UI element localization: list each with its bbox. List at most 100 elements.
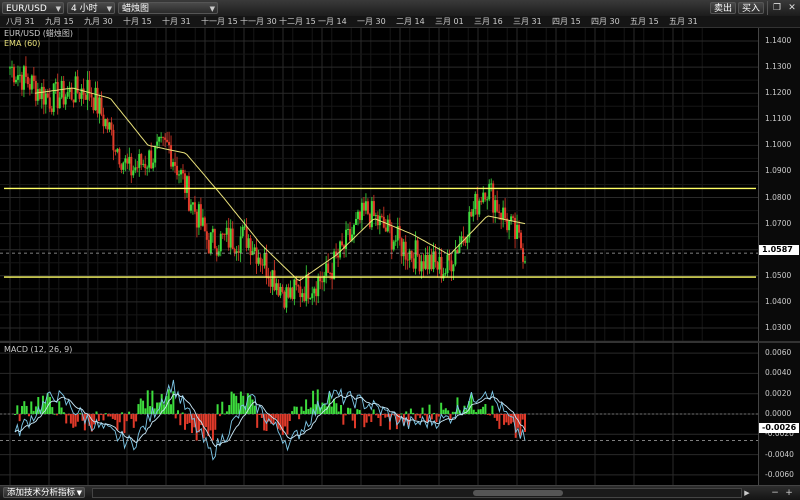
macd-histogram-bar [367,414,370,417]
macd-histogram-bar [228,405,231,414]
macd-histogram-bar [477,409,480,414]
candle-body [44,93,47,105]
candle-body [195,211,198,228]
date-tick-label: 十二月 15 [279,17,316,26]
candle-body [241,226,244,237]
macd-histogram-bar [137,404,140,414]
macd-histogram-bar [197,414,200,433]
candle-body [446,254,449,274]
buy-button[interactable]: 买入 [738,2,764,14]
candle-body [450,260,453,272]
macd-panel[interactable]: MACD (12, 26, 9) [0,343,758,485]
candle-body [18,74,21,76]
price-tick-label: 1.0500 [765,270,792,280]
date-tick-label: 四月 15 [552,17,581,26]
candle-body [412,258,415,269]
candle-body [496,200,499,212]
candle-body [134,167,137,171]
macd-histogram-bar [216,404,219,414]
candle-body [317,277,320,297]
candle-body [329,272,332,274]
candle-body [398,226,401,239]
candle-body [470,211,473,217]
price-tick-label: 1.0900 [765,166,792,176]
horizontal-scrollbar[interactable] [92,488,742,498]
macd-tick-label: 0.0020 [765,388,792,398]
candle-body [128,156,131,164]
macd-histogram-bar [16,405,19,414]
candle-body [325,263,328,276]
candle-body [362,202,365,211]
candle-body [84,94,87,100]
macd-histogram-bar [186,414,189,425]
candle-body [273,270,276,291]
current-price-tag: 1.0587 [759,245,799,255]
candle-body [275,283,278,291]
macd-histogram-bar [491,405,494,414]
add-indicator-select[interactable]: 添加技术分析指标 ▼ [3,487,85,498]
candle-body [162,136,165,138]
candle-body [235,251,238,253]
price-tick-label: 1.1000 [765,140,792,150]
price-tick-label: 1.1200 [765,88,792,98]
macd-chart[interactable] [0,343,758,485]
candle-body [426,255,429,270]
candle-body [102,114,105,127]
macd-histogram-bar [260,414,263,418]
chart-style-select[interactable]: 蜡烛图 ▼ [118,2,218,14]
macd-histogram-bar [426,414,429,422]
zoom-in-icon[interactable]: + [784,488,794,498]
macd-histogram-bar [363,414,366,428]
scroll-right-icon[interactable]: ▶ [742,488,752,498]
candle-body [20,74,23,90]
candle-body [295,279,298,286]
price-tick-label: 1.1100 [765,114,792,124]
symbol-select[interactable]: EUR/USD ▼ [2,2,64,14]
candle-body [160,136,163,138]
candle-body [347,228,350,230]
price-chart-panel[interactable]: EUR/USD (蜡烛图) EMA (60) [0,28,758,342]
timeframe-select-value: 4 小时 [71,4,98,14]
scrollbar-thumb[interactable] [473,490,563,496]
candle-body [315,288,318,297]
sell-button[interactable]: 卖出 [710,2,736,14]
zoom-out-icon[interactable]: − [770,488,780,498]
candle-body [108,122,111,130]
price-chart[interactable] [0,28,758,342]
macd-histogram-bar [125,414,128,422]
candle-body [291,287,294,300]
date-tick-label: 九月 30 [84,17,113,26]
chevron-down-icon: ▼ [209,5,215,13]
candle-body [364,201,367,211]
chart-style-select-value: 蜡烛图 [122,4,150,14]
macd-histogram-bar [486,414,489,415]
macd-histogram-bar [111,414,114,419]
candle-body [474,193,477,210]
candle-body [178,174,181,176]
candle-body [138,154,141,168]
candle-body [368,213,371,228]
timeframe-select[interactable]: 4 小时 ▼ [67,2,115,14]
macd-histogram-bar [142,400,145,414]
candle-body [201,217,204,226]
close-icon[interactable]: ✕ [785,2,799,14]
candle-body [484,192,487,200]
candle-body [269,278,272,287]
candle-body [86,79,89,100]
macd-histogram-bar [489,414,492,416]
macd-histogram-bar [177,410,180,414]
macd-histogram-bar [347,407,350,414]
candle-body [406,259,409,261]
candle-body [508,221,511,231]
candle-body [120,164,123,170]
macd-histogram-bar [284,414,287,427]
candle-body [136,167,139,169]
candle-body [112,129,115,151]
candle-body [259,257,262,265]
restore-window-icon[interactable]: ❐ [770,2,784,14]
macd-histogram-bar [344,414,347,416]
macd-histogram-bar [135,414,138,422]
macd-histogram-bar [349,408,352,414]
macd-histogram-bar [221,401,224,414]
candle-body [148,150,151,168]
